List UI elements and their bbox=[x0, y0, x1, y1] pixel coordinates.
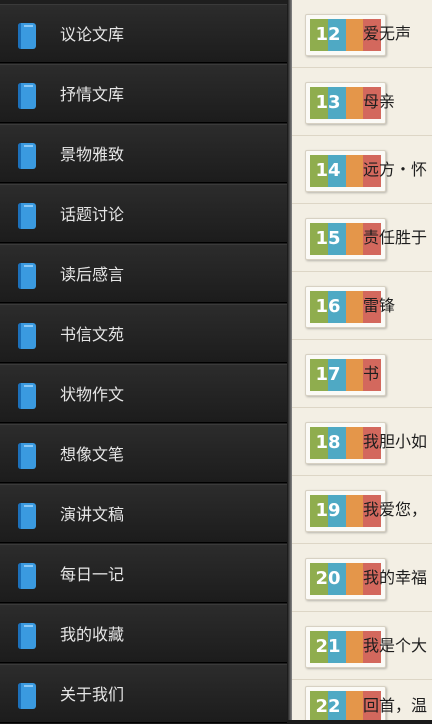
menu-item-argumentative[interactable]: 议论文库 bbox=[0, 4, 287, 63]
list-item[interactable]: 16 雷锋 bbox=[292, 272, 432, 340]
menu-item-label: 演讲文稿 bbox=[60, 505, 125, 524]
list-item[interactable]: 19 我爱您， bbox=[292, 476, 432, 544]
book-icon bbox=[18, 382, 36, 410]
article-title: 我胆小如 bbox=[363, 432, 428, 451]
book-icon bbox=[18, 82, 36, 110]
list-item[interactable]: 15 责任胜于 bbox=[292, 204, 432, 272]
book-icon bbox=[18, 262, 36, 290]
menu-item-diary[interactable]: 每日一记 bbox=[0, 544, 287, 603]
list-item[interactable]: 17 书 bbox=[292, 340, 432, 408]
article-number: 19 bbox=[315, 500, 341, 521]
menu-item-label: 状物作文 bbox=[60, 385, 125, 404]
article-title: 母亲 bbox=[363, 92, 396, 111]
menu-item-label: 景物雅致 bbox=[60, 145, 125, 164]
navigation-drawer: 议论文库 抒情文库 景物雅致 话题讨论 读后感言 书信文苑 状物作文 想像文笔 … bbox=[0, 0, 287, 723]
article-title: 书 bbox=[363, 364, 380, 383]
menu-item-label: 抒情文库 bbox=[60, 85, 125, 104]
book-icon bbox=[18, 682, 36, 710]
book-icon bbox=[18, 22, 36, 50]
menu-item-imagination[interactable]: 想像文笔 bbox=[0, 424, 287, 483]
menu-item-label: 议论文库 bbox=[60, 25, 125, 44]
menu-item-speeches[interactable]: 演讲文稿 bbox=[0, 484, 287, 543]
book-icon bbox=[18, 202, 36, 230]
article-title: 我的幸福 bbox=[363, 568, 428, 587]
article-title: 回首，温 bbox=[363, 696, 428, 715]
article-title: 我是个大 bbox=[363, 636, 428, 655]
book-icon bbox=[18, 142, 36, 170]
article-number: 21 bbox=[315, 636, 341, 657]
menu-item-reflections[interactable]: 读后感言 bbox=[0, 244, 287, 303]
article-number: 12 bbox=[315, 24, 341, 45]
book-icon bbox=[18, 562, 36, 590]
article-number: 15 bbox=[315, 228, 341, 249]
article-title: 远方・怀 bbox=[363, 160, 428, 179]
book-icon bbox=[18, 502, 36, 530]
article-number: 20 bbox=[315, 568, 341, 589]
menu-item-label: 读后感言 bbox=[60, 265, 125, 284]
list-item[interactable]: 18 我胆小如 bbox=[292, 408, 432, 476]
article-number: 16 bbox=[315, 296, 341, 317]
article-number: 13 bbox=[315, 92, 341, 113]
article-title: 爱无声 bbox=[363, 24, 412, 43]
list-item[interactable]: 12 爱无声 bbox=[292, 0, 432, 68]
book-icon bbox=[18, 622, 36, 650]
menu-item-label: 想像文笔 bbox=[60, 445, 125, 464]
list-item[interactable]: 20 我的幸福 bbox=[292, 544, 432, 612]
list-item[interactable]: 13 母亲 bbox=[292, 68, 432, 136]
book-icon bbox=[18, 322, 36, 350]
menu-item-about[interactable]: 关于我们 bbox=[0, 664, 287, 723]
book-icon bbox=[18, 442, 36, 470]
menu-item-topics[interactable]: 话题讨论 bbox=[0, 184, 287, 243]
menu-item-lyrical[interactable]: 抒情文库 bbox=[0, 64, 287, 123]
list-item[interactable]: 22 回首，温 bbox=[292, 672, 432, 720]
article-number: 14 bbox=[315, 160, 341, 181]
list-item[interactable]: 14 远方・怀 bbox=[292, 136, 432, 204]
menu-item-letters[interactable]: 书信文苑 bbox=[0, 304, 287, 363]
menu-item-objects[interactable]: 状物作文 bbox=[0, 364, 287, 423]
article-title: 雷锋 bbox=[363, 296, 396, 315]
menu-item-favorites[interactable]: 我的收藏 bbox=[0, 604, 287, 663]
article-title: 责任胜于 bbox=[363, 228, 428, 247]
menu-item-label: 书信文苑 bbox=[60, 325, 125, 344]
article-number: 18 bbox=[315, 432, 341, 453]
menu-item-label: 每日一记 bbox=[60, 565, 125, 584]
menu-item-label: 话题讨论 bbox=[60, 205, 125, 224]
menu-item-label: 我的收藏 bbox=[60, 625, 125, 644]
article-number: 22 bbox=[315, 696, 341, 717]
article-list: 12 爱无声 13 母亲 14 远方・怀 15 责任胜于 16 雷锋 17 书 … bbox=[292, 0, 432, 720]
menu-item-scenery[interactable]: 景物雅致 bbox=[0, 124, 287, 183]
article-title: 我爱您， bbox=[363, 500, 428, 519]
article-number: 17 bbox=[315, 364, 341, 385]
menu-item-label: 关于我们 bbox=[60, 685, 125, 704]
list-item[interactable]: 21 我是个大 bbox=[292, 612, 432, 680]
